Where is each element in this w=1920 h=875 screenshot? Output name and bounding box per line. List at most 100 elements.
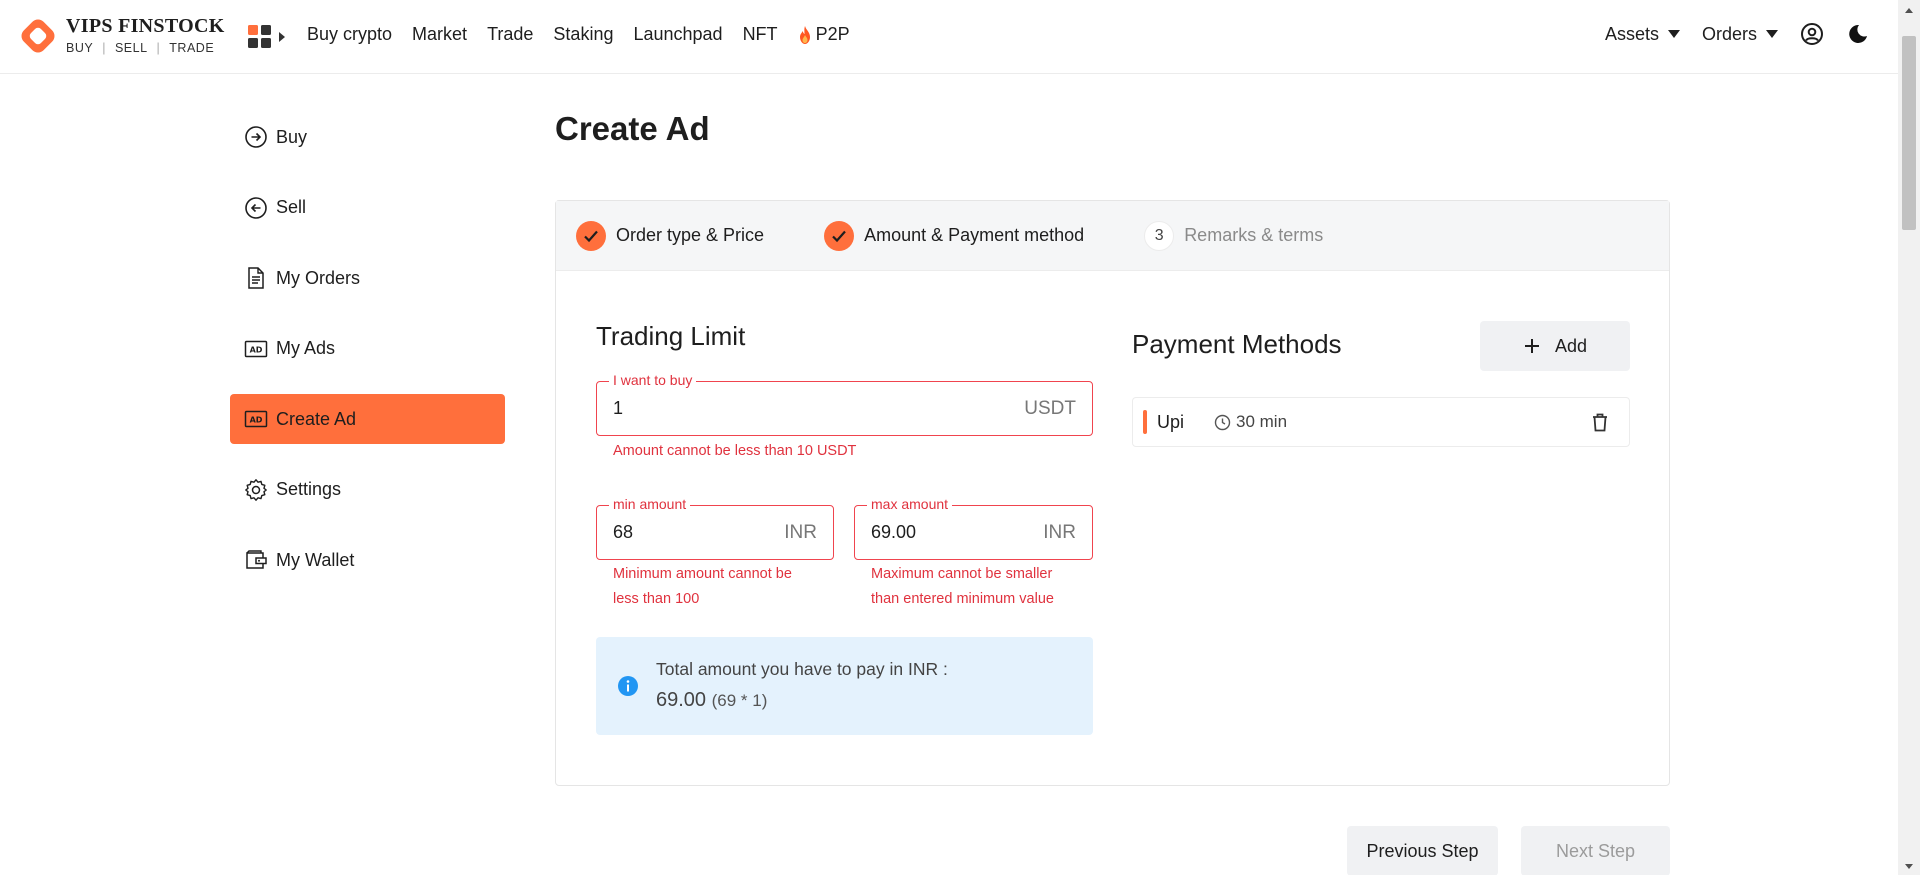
field-legend: max amount xyxy=(867,496,953,512)
sidebar-item-create-ad[interactable]: AD Create Ad xyxy=(230,394,505,444)
step-label: Amount & Payment method xyxy=(864,225,1085,245)
nav-nft[interactable]: NFT xyxy=(743,24,778,45)
accent-bar xyxy=(1143,410,1147,434)
total-value: 69.00 xyxy=(656,689,707,711)
page-scrollbar[interactable] xyxy=(1898,0,1920,875)
buy-amount-error: Amount cannot be less than 10 USDT xyxy=(613,443,857,459)
add-payment-method-button[interactable]: Add xyxy=(1480,321,1630,371)
brand-logo-icon[interactable] xyxy=(18,16,58,56)
total-amount-info: Total amount you have to pay in INR : 69… xyxy=(596,637,1093,735)
brand-tagline: BUY | SELL | TRADE xyxy=(66,41,215,55)
error-line: than entered minimum value xyxy=(871,591,1054,607)
top-navbar: VIPS FINSTOCK BUY | SELL | TRADE Buy crypto … xyxy=(0,0,1898,74)
caret-down-icon xyxy=(1667,30,1680,38)
scroll-up-arrow-icon[interactable] xyxy=(1905,8,1913,13)
apps-grid-icon[interactable] xyxy=(248,25,288,49)
orders-label: Orders xyxy=(1701,23,1757,44)
min-amount-field[interactable]: min amount 68 INR xyxy=(596,496,834,560)
add-label: Add xyxy=(1554,335,1588,356)
arrow-right-circle-icon xyxy=(245,126,267,148)
nav-market[interactable]: Market xyxy=(412,24,467,45)
error-line: Minimum amount cannot be xyxy=(613,566,792,582)
main-nav: Buy crypto Market Trade Staking Launchpa… xyxy=(307,24,870,45)
min-amount-value[interactable]: 68 xyxy=(613,522,784,543)
document-icon xyxy=(248,267,264,289)
assets-dropdown[interactable]: Assets xyxy=(1605,24,1680,45)
nav-p2p-label: P2P xyxy=(815,24,850,44)
unit-label: INR xyxy=(784,521,817,543)
sidebar-item-label: Create Ad xyxy=(276,408,357,429)
total-calc: (69 * 1) xyxy=(711,691,768,710)
ad-icon: AD xyxy=(244,340,268,357)
dark-mode-moon-icon[interactable] xyxy=(1846,22,1870,46)
previous-step-button[interactable]: Previous Step xyxy=(1347,826,1498,875)
nav-trade[interactable]: Trade xyxy=(487,24,533,45)
arrow-left-circle-icon xyxy=(245,196,267,219)
scrollbar-thumb[interactable] xyxy=(1902,36,1916,230)
info-icon xyxy=(618,676,638,696)
sidebar-item-label: My Orders xyxy=(276,267,361,288)
progress-stepper: Order type & Price Amount & Payment meth… xyxy=(556,201,1669,271)
user-profile-icon[interactable] xyxy=(1800,22,1824,46)
field-legend: min amount xyxy=(609,496,691,512)
ad-icon: AD xyxy=(244,410,268,428)
caret-down-icon xyxy=(1766,30,1778,38)
user-nav: Assets Orders xyxy=(1583,22,1870,46)
sidebar-item-label: Settings xyxy=(276,479,342,499)
create-ad-card: Order type & Price Amount & Payment meth… xyxy=(555,200,1670,786)
gear-icon xyxy=(245,478,267,501)
buy-amount-value[interactable]: 1 xyxy=(613,398,1024,419)
payment-time: 30 min xyxy=(1214,412,1287,432)
nav-p2p[interactable]: P2P xyxy=(798,24,850,45)
nav-launchpad[interactable]: Launchpad xyxy=(633,24,722,45)
tagline-sell: SELL xyxy=(114,41,148,55)
buy-amount-field[interactable]: I want to buy 1 USDT xyxy=(596,372,1093,436)
plus-icon xyxy=(1524,339,1539,353)
brand-name[interactable]: VIPS FINSTOCK xyxy=(66,15,225,38)
fire-icon xyxy=(799,25,810,44)
wallet-icon xyxy=(246,550,267,569)
next-step-button[interactable]: Next Step xyxy=(1521,826,1670,875)
sidebar-item-label: Buy xyxy=(276,126,308,147)
scroll-down-arrow-icon[interactable] xyxy=(1905,864,1913,869)
svg-text:AD: AD xyxy=(250,416,263,425)
orders-dropdown[interactable]: Orders xyxy=(1702,24,1778,45)
error-line: Maximum cannot be smaller xyxy=(871,566,1053,582)
page-title: Create Ad xyxy=(555,110,710,147)
sidebar-item-my-ads[interactable]: AD My Ads xyxy=(230,324,505,374)
sidebar-item-label: My Ads xyxy=(276,338,336,358)
sidebar-item-label: My Wallet xyxy=(276,549,355,570)
step-order-type[interactable]: Order type & Price xyxy=(576,220,764,251)
step-remarks-terms[interactable]: 3 Remarks & terms xyxy=(1144,220,1324,251)
step-number: 3 xyxy=(1144,220,1175,251)
max-amount-error: Maximum cannot be smaller than entered m… xyxy=(871,562,1054,612)
min-amount-error: Minimum amount cannot be less than 100 xyxy=(613,562,792,612)
sidebar-item-settings[interactable]: Settings xyxy=(230,465,505,515)
info-text: Total amount you have to pay in INR : xyxy=(656,659,948,679)
checkmark-icon xyxy=(576,220,606,251)
checkmark-icon xyxy=(824,220,855,251)
assets-label: Assets xyxy=(1604,23,1659,44)
nav-staking[interactable]: Staking xyxy=(553,24,613,45)
error-line: less than 100 xyxy=(613,591,700,607)
sidebar-item-label: Sell xyxy=(276,197,307,217)
unit-label: USDT xyxy=(1024,397,1076,419)
clock-icon xyxy=(1214,414,1231,430)
p2p-sidebar: Buy Sell My Orders AD My Ads AD Create A… xyxy=(230,112,505,606)
sidebar-item-sell[interactable]: Sell xyxy=(230,183,505,233)
max-amount-field[interactable]: max amount 69.00 INR xyxy=(854,496,1093,560)
tagline-trade: TRADE xyxy=(169,41,215,55)
trash-icon[interactable] xyxy=(1589,411,1611,433)
sidebar-item-my-wallet[interactable]: My Wallet xyxy=(230,535,505,585)
step-label: Remarks & terms xyxy=(1184,225,1324,245)
step-amount-payment[interactable]: Amount & Payment method xyxy=(824,220,1085,251)
sidebar-item-my-orders[interactable]: My Orders xyxy=(230,253,505,303)
sidebar-item-buy[interactable]: Buy xyxy=(230,112,505,162)
max-amount-value[interactable]: 69.00 xyxy=(871,522,1043,543)
nav-buy-crypto[interactable]: Buy crypto xyxy=(307,24,392,45)
unit-label: INR xyxy=(1043,521,1076,543)
payment-time-label: 30 min xyxy=(1236,412,1288,431)
payment-method-item[interactable]: Upi 30 min xyxy=(1132,397,1630,447)
payment-method-name: Upi xyxy=(1157,411,1185,432)
trading-limit-title: Trading Limit xyxy=(596,321,746,351)
